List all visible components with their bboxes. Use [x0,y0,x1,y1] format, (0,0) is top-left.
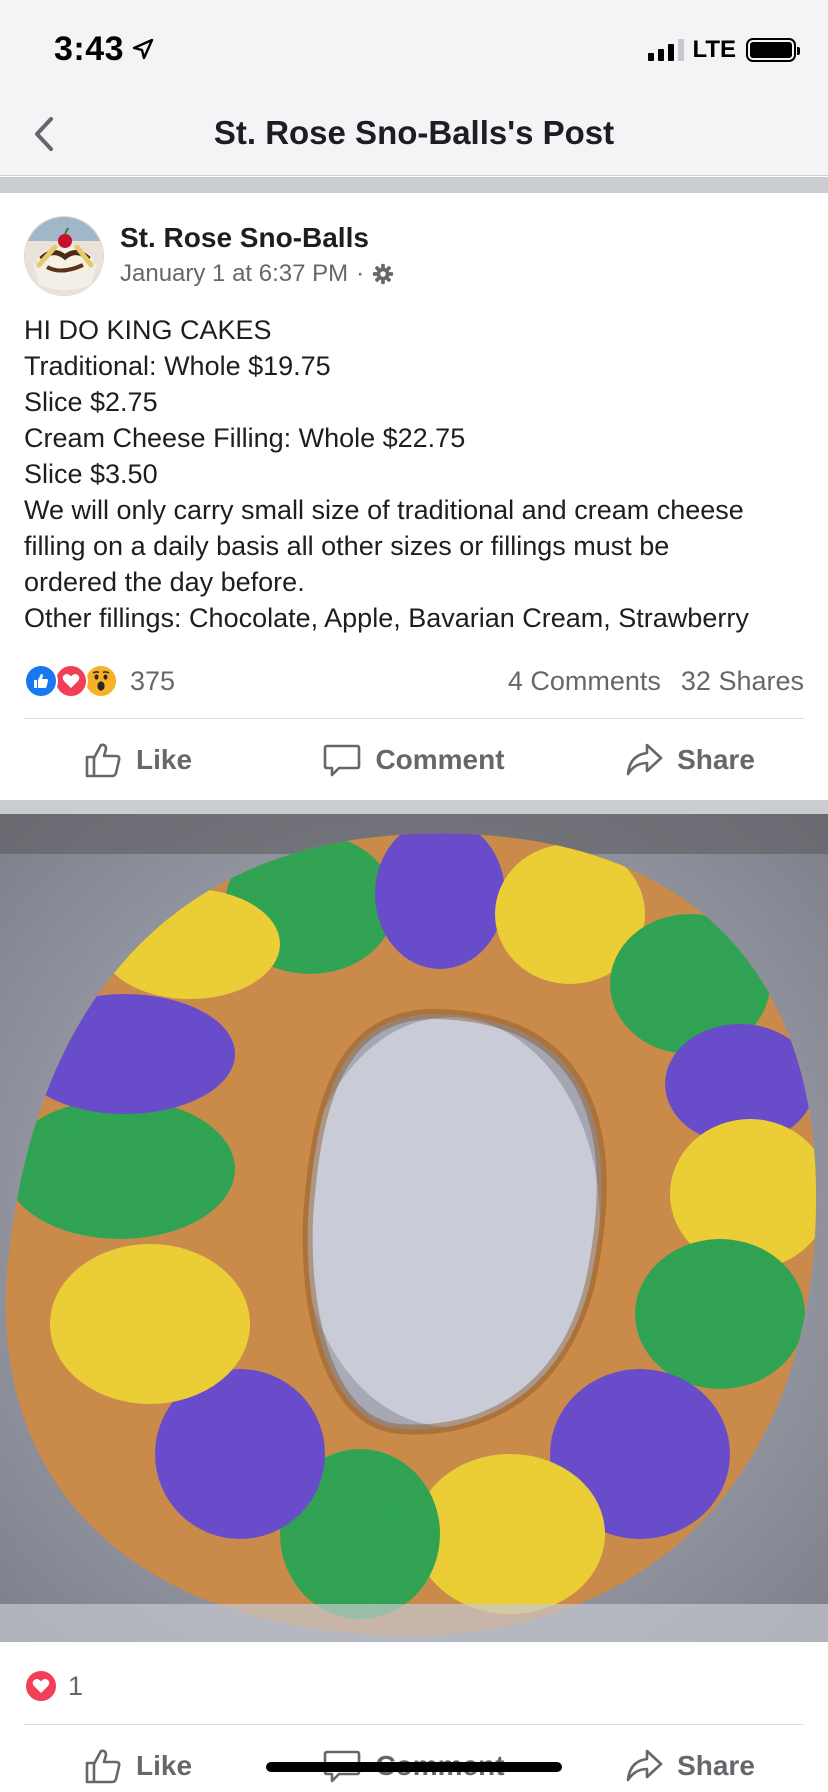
share-button[interactable]: Share [552,1726,828,1792]
section-divider [0,177,828,193]
share-arrow-icon [626,743,663,776]
status-indicators: LTE [648,34,800,66]
love-icon [24,1669,58,1703]
post-line: Slice $2.75 [24,387,158,417]
author-name[interactable]: St. Rose Sno-Balls [120,222,369,254]
signal-bars-icon [648,39,685,61]
post-action-bar: Like Comment Share [0,720,828,800]
post-timestamp[interactable]: January 1 at 6:37 PM [120,260,348,288]
screen: 3:43 LTE St. Rose Sno-Balls's Post St. R… [0,0,828,1792]
post-line: Cream Cheese Filling: Whole $22.75 [24,423,466,453]
comment-bubble-icon [324,744,361,777]
post-line: Traditional: Whole $19.75 [24,351,331,381]
thumbs-up-icon [85,1749,121,1784]
status-time: 3:43 [54,30,125,68]
comment-label: Comment [375,744,505,775]
share-label: Share [677,1750,755,1781]
share-label: Share [677,744,755,775]
battery-icon [746,38,800,62]
love-icon [54,664,88,698]
post-photo[interactable] [0,814,828,1642]
photo-action-bar: Like Comment Share [0,1726,828,1792]
section-divider [0,800,828,814]
photo-reactions-summary[interactable]: 1 [24,1668,83,1704]
wow-icon [84,664,118,698]
post-line: We will only carry small size of traditi… [24,495,744,525]
photo-reaction-count: 1 [68,1670,84,1701]
sundae-image [25,217,103,295]
like-button[interactable]: Like [0,720,276,800]
network-type: LTE [692,36,736,63]
like-icon [24,664,58,698]
post-body: HI DO KING CAKES Traditional: Whole $19.… [24,312,809,636]
share-button[interactable]: Share [552,720,828,800]
post-line: Other fillings: Chocolate, Apple, Bavari… [24,603,749,633]
thumbs-up-icon [85,743,121,778]
divider [24,718,804,719]
home-indicator[interactable] [266,1762,562,1772]
navigation-bar: St. Rose Sno-Balls's Post [0,96,828,176]
page-title: St. Rose Sno-Balls's Post [213,114,615,151]
engagement-counts: 4 Comments 32 Shares [508,666,804,697]
gear-icon [373,263,394,285]
post-line: filling on a daily basis all other sizes… [24,531,670,561]
comments-count[interactable]: 4 Comments [508,666,661,697]
status-bar: 3:43 LTE [0,0,828,96]
post-meta: January 1 at 6:37 PM · [120,260,394,288]
post-line: ordered the day before. [24,567,305,597]
share-arrow-icon [626,1749,663,1782]
like-label: Like [135,744,193,775]
comment-button[interactable]: Comment [276,1726,552,1792]
reactions-summary: 375 4 Comments 32 Shares [24,662,804,702]
like-label: Like [135,1750,193,1781]
king-cake-image [0,814,828,1642]
divider [24,1724,804,1725]
location-arrow-icon [132,38,154,60]
post-header: St. Rose Sno-Balls January 1 at 6:37 PM … [24,216,804,300]
post-line: Slice $3.50 [24,459,158,489]
shares-count[interactable]: 32 Shares [681,666,804,697]
post-line: HI DO KING CAKES [24,315,272,345]
meta-separator: · [356,260,365,287]
comment-button[interactable]: Comment [276,720,552,800]
author-avatar[interactable] [24,216,104,296]
reaction-count[interactable]: 375 [130,666,175,697]
like-button[interactable]: Like [0,1726,276,1792]
